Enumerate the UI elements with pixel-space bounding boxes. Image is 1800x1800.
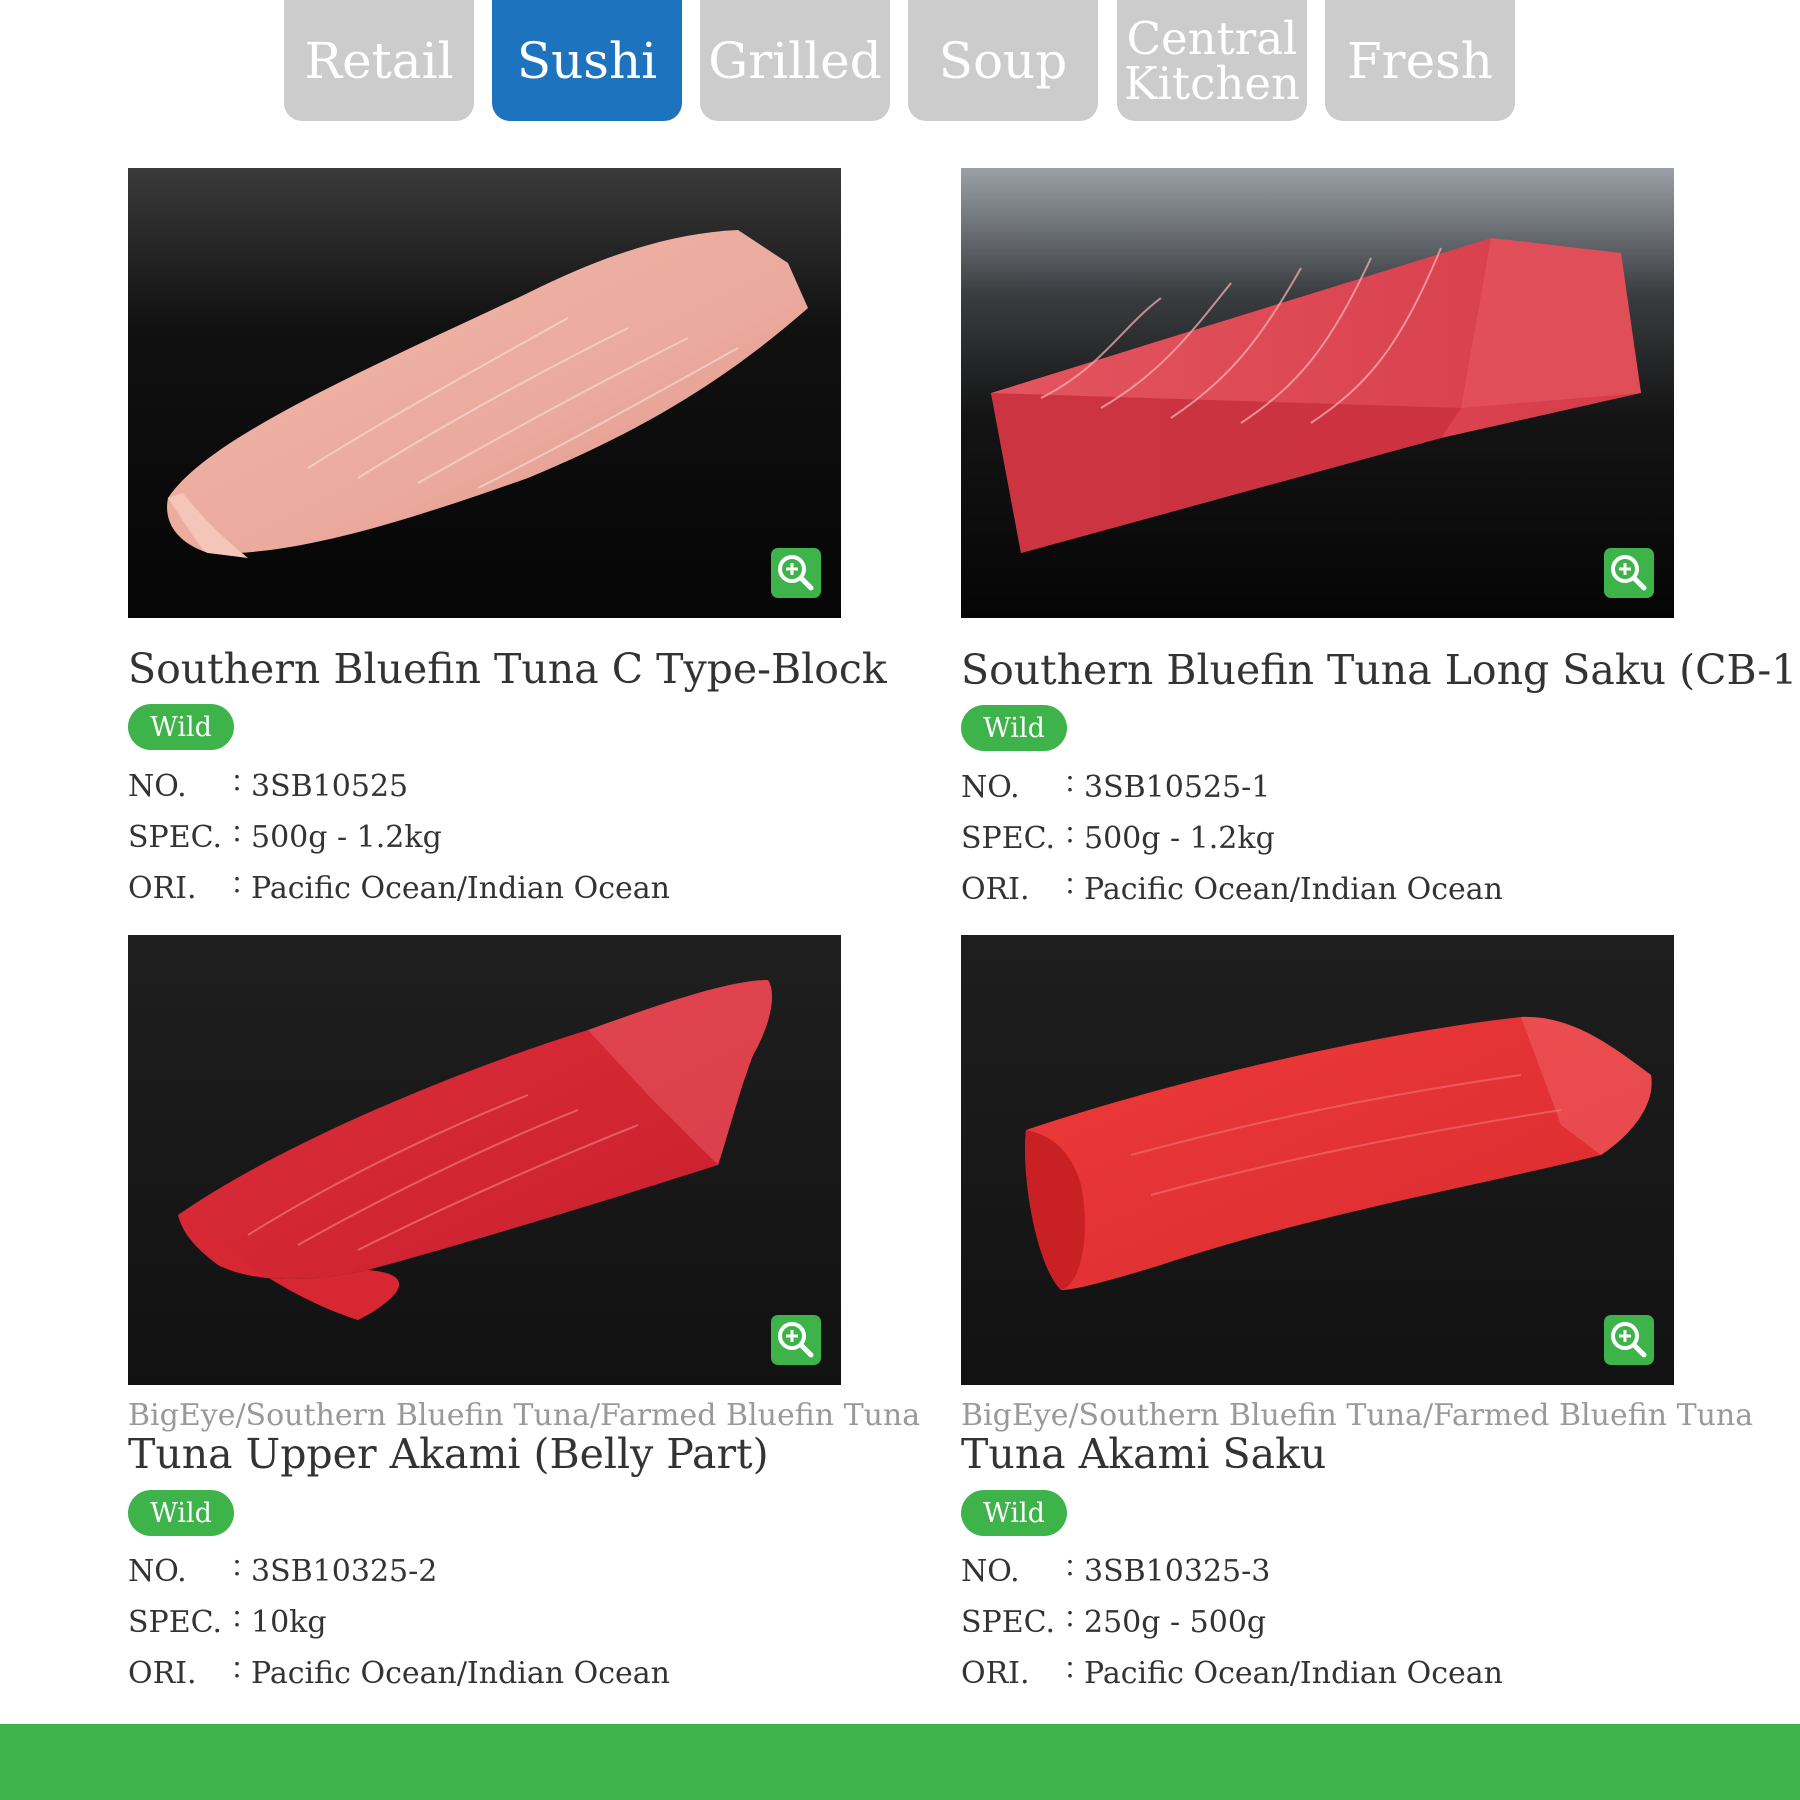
zoom-button[interactable] xyxy=(771,1315,821,1365)
zoom-in-icon xyxy=(1611,555,1647,591)
product-title[interactable]: Southern Bluefin Tuna Long Saku (CB-1) xyxy=(961,646,1800,694)
product-card[interactable]: Southern Bluefin Tuna Long Saku (CB-1) W… xyxy=(961,168,1800,908)
product-card[interactable]: BigEye/Southern Bluefin Tuna/Farmed Blue… xyxy=(128,935,988,1695)
zoom-in-icon xyxy=(778,555,814,591)
spec-value: 500g - 1.2kg xyxy=(251,820,442,855)
spec-value: 500g - 1.2kg xyxy=(1084,821,1275,856)
ori-label: ORI. xyxy=(961,1656,1030,1691)
wild-badge: Wild xyxy=(961,1490,1067,1536)
ori-value: Pacific Ocean/Indian Ocean xyxy=(251,1656,671,1691)
tab-soup[interactable]: Soup xyxy=(908,0,1098,121)
product-title[interactable]: Southern Bluefin Tuna C Type-Block xyxy=(128,645,887,693)
no-value: 3SB10525-1 xyxy=(1084,770,1271,805)
spec-label: SPEC. xyxy=(961,1605,1056,1640)
product-card[interactable]: BigEye/Southern Bluefin Tuna/Farmed Blue… xyxy=(961,935,1800,1695)
wild-badge: Wild xyxy=(128,704,234,750)
spec-label: SPEC. xyxy=(128,1605,223,1640)
ori-label: ORI. xyxy=(128,871,197,906)
pale-tuna-block-photo xyxy=(128,168,841,618)
spec-value: 250g - 500g xyxy=(1084,1605,1267,1640)
no-label: NO. xyxy=(128,1554,187,1589)
tuna-akami-photo xyxy=(961,935,1674,1385)
product-image[interactable] xyxy=(961,935,1674,1385)
ori-label: ORI. xyxy=(128,1656,197,1691)
ori-value: Pacific Ocean/Indian Ocean xyxy=(1084,872,1504,907)
no-label: NO. xyxy=(961,770,1020,805)
zoom-in-icon xyxy=(1611,1322,1647,1358)
tab-central-kitchen[interactable]: Central Kitchen xyxy=(1117,0,1307,121)
tuna-belly-photo xyxy=(128,935,841,1385)
tab-retail[interactable]: Retail xyxy=(284,0,474,121)
zoom-in-icon xyxy=(778,1322,814,1358)
product-category: BigEye/Southern Bluefin Tuna/Farmed Blue… xyxy=(961,1398,1754,1433)
tab-sushi[interactable]: Sushi xyxy=(492,0,682,121)
spec-value: 10kg xyxy=(251,1605,327,1640)
wild-badge: Wild xyxy=(961,705,1067,751)
spec-label: SPEC. xyxy=(128,820,223,855)
product-image[interactable] xyxy=(128,935,841,1385)
no-value: 3SB10325-3 xyxy=(1084,1554,1271,1589)
zoom-button[interactable] xyxy=(1604,1315,1654,1365)
tab-grilled[interactable]: Grilled xyxy=(700,0,890,121)
product-title[interactable]: Tuna Akami Saku xyxy=(961,1430,1326,1478)
ori-label: ORI. xyxy=(961,872,1030,907)
product-title[interactable]: Tuna Upper Akami (Belly Part) xyxy=(128,1430,769,1478)
tab-fresh[interactable]: Fresh xyxy=(1325,0,1515,121)
spec-label: SPEC. xyxy=(961,821,1056,856)
no-label: NO. xyxy=(128,769,187,804)
product-card[interactable]: Southern Bluefin Tuna C Type-Block Wild … xyxy=(128,168,988,908)
no-value: 3SB10525 xyxy=(251,769,409,804)
wild-badge: Wild xyxy=(128,1490,234,1536)
no-value: 3SB10325-2 xyxy=(251,1554,438,1589)
footer-bar xyxy=(0,1724,1800,1800)
ori-value: Pacific Ocean/Indian Ocean xyxy=(251,871,671,906)
product-category: BigEye/Southern Bluefin Tuna/Farmed Blue… xyxy=(128,1398,921,1433)
zoom-button[interactable] xyxy=(1604,548,1654,598)
red-tuna-saku-photo xyxy=(961,168,1674,618)
no-label: NO. xyxy=(961,1554,1020,1589)
zoom-button[interactable] xyxy=(771,548,821,598)
product-image[interactable] xyxy=(961,168,1674,618)
product-image[interactable] xyxy=(128,168,841,618)
ori-value: Pacific Ocean/Indian Ocean xyxy=(1084,1656,1504,1691)
